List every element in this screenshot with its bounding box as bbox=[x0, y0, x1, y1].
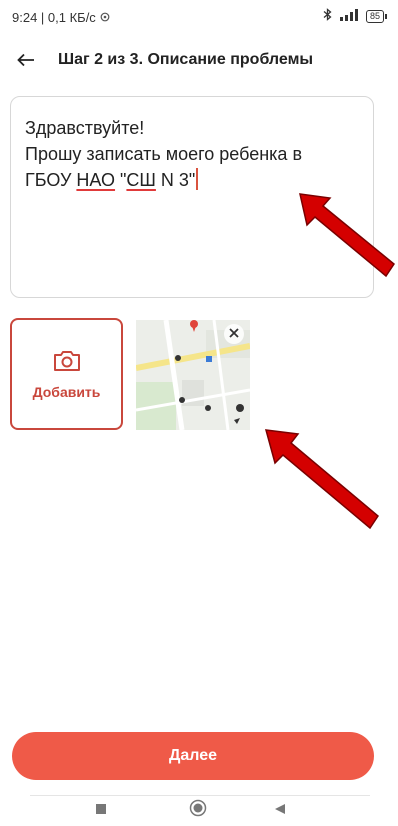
back-button[interactable] bbox=[6, 40, 46, 80]
signal-icon bbox=[338, 8, 360, 24]
square-icon[interactable] bbox=[95, 802, 107, 820]
circle-icon[interactable] bbox=[189, 799, 207, 822]
problem-description-text: Здравствуйте! Прошу записать моего ребен… bbox=[25, 118, 303, 190]
arrow-left-icon bbox=[17, 47, 35, 73]
spellcheck-word: НАО bbox=[76, 170, 116, 190]
add-photo-button[interactable]: Добавить bbox=[10, 318, 123, 430]
next-button[interactable]: Далее bbox=[12, 732, 374, 780]
page-title: Шаг 2 из 3. Описание проблемы bbox=[58, 51, 314, 68]
bluetooth-icon bbox=[323, 8, 332, 24]
status-time: 9:24 | 0,1 КБ/с bbox=[12, 10, 96, 25]
sync-icon bbox=[100, 10, 110, 25]
triangle-back-icon[interactable] bbox=[274, 802, 286, 820]
add-photo-label: Добавить bbox=[32, 383, 101, 400]
annotation-arrow-icon bbox=[299, 193, 396, 278]
remove-attachment-button[interactable] bbox=[224, 324, 244, 344]
text-cursor bbox=[196, 168, 199, 190]
close-icon bbox=[229, 325, 239, 343]
system-nav-bar bbox=[0, 796, 398, 826]
spellcheck-word: СШ bbox=[126, 170, 156, 190]
camera-icon bbox=[52, 349, 82, 378]
header: Шаг 2 из 3. Описание проблемы bbox=[0, 40, 398, 80]
map-thumbnail[interactable] bbox=[136, 320, 250, 430]
battery-icon: 85 bbox=[365, 9, 388, 23]
status-bar: 9:24 | 0,1 КБ/с 85 bbox=[0, 0, 398, 36]
annotation-arrow-icon bbox=[264, 429, 379, 530]
